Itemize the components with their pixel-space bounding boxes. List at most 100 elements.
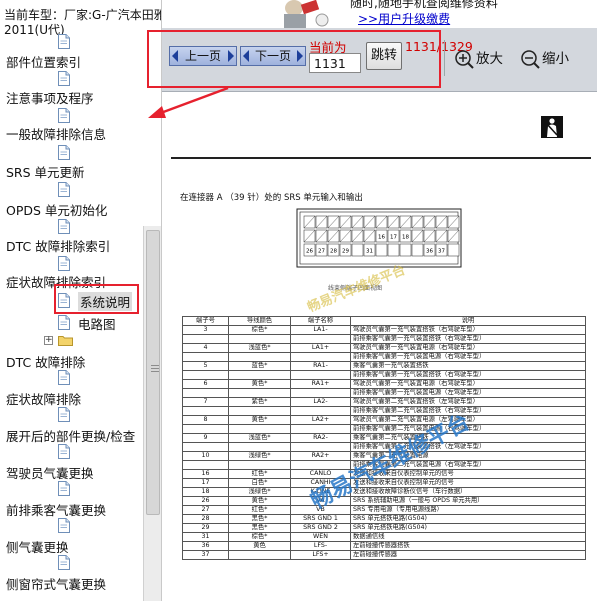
table-cell: 白色* [228, 478, 291, 488]
upgrade-link[interactable]: >>用户升级缴费 [358, 10, 450, 27]
table-cell: 前排乘客气囊第一充气装置搭铁（右驾驶车型） [350, 334, 586, 344]
table-cell: RA2- [290, 433, 351, 443]
table-row: 29 黑色* SRS GND 2 SRS 单元搭铁电路(G504) [182, 523, 586, 533]
table-cell: 37 [182, 550, 229, 560]
document-icon [58, 444, 70, 459]
table-row: 4 浅蓝色* LA1+ 驾驶员气囊第一充气装置电源（右驾驶车型） [182, 343, 586, 353]
zoom-out-label: 缩小 [542, 51, 569, 67]
seatbelt-icon [541, 116, 563, 138]
tree-item[interactable]: OPDS 单元初始化 [6, 200, 107, 219]
zoom-in-button[interactable]: 放大 [454, 47, 503, 69]
document-icon [58, 518, 70, 533]
grip-line [151, 371, 159, 372]
table-cell: 黑色* [228, 523, 291, 533]
table-cell: SRS GND 2 [290, 523, 351, 533]
table-cell: 28 [182, 514, 229, 524]
tree-item[interactable]: DTC 故障排除 [6, 352, 85, 371]
table-row: 5 蓝色* RA1- 乘客气囊第一充气装置搭铁 [182, 361, 586, 371]
table-row: 18 浅绿色* K-LINE 发送和接收故障诊断仪信号（车行数据） [182, 487, 586, 497]
table-cell: LA2+ [290, 415, 351, 425]
document-icon [58, 108, 70, 123]
tree-item[interactable]: 部件位置索引 [6, 52, 81, 71]
table-row: 26 黄色* VA SRS 系统辅助电源（一般与 OPDS 单元共用） [182, 496, 586, 506]
connector-pin-label: 36 [426, 249, 433, 255]
connector-pin-label: 37 [438, 249, 445, 255]
tree-item[interactable]: 展开后的部件更换/检查 [6, 426, 135, 445]
tree-item[interactable]: 侧窗帘式气囊更换 [6, 574, 106, 593]
table-cell: 6 [182, 379, 229, 389]
tree-item[interactable]: SRS 单元更新 [6, 162, 85, 181]
zoom-in-icon [455, 50, 474, 69]
tree-item[interactable]: 注意事项及程序 [6, 88, 94, 107]
table-cell [290, 424, 351, 434]
table-cell: 黄色 [228, 541, 291, 551]
table-cell: 左前碰撞传感器 [350, 550, 586, 560]
connector-pin-label: 17 [390, 235, 397, 241]
column-header: 端子号 [182, 316, 229, 326]
table-cell: 驾驶员气囊第一充气装置电源（右驾驶车型） [350, 379, 586, 389]
table-cell: 红色* [228, 469, 291, 479]
tree-scrollbar[interactable] [143, 226, 161, 601]
pinout-table: 端子号 导线颜色 端子名称 说明 3 棕色* LA1- 驾驶员气囊第一充气装置搭铁（右… [182, 316, 586, 560]
tree-item[interactable]: 驾驶员气囊更换 [6, 463, 94, 482]
table-cell [290, 406, 351, 416]
document-page: 在连接器 A （39 针）处的 SRS 单元输入和输出 16 17 18 26 27 28… [162, 92, 597, 601]
document-icon [58, 370, 70, 385]
table-cell: 驾驶员气囊第一充气装置搭铁（右驾驶车型） [350, 325, 586, 335]
table-cell: 18 [182, 487, 229, 497]
table-cell [228, 334, 291, 344]
table-cell: WEN [290, 532, 351, 542]
table-cell: SRS GND 1 [290, 514, 351, 524]
table-cell [290, 370, 351, 380]
document-icon [58, 555, 70, 570]
tree-item[interactable]: 一般故障排除信息 [6, 124, 106, 143]
table-cell: 黄色* [228, 496, 291, 506]
expand-toggle-icon[interactable]: + [44, 336, 53, 345]
table-cell: 26 [182, 496, 229, 506]
table-row: 前排乘客气囊第一充气装置电源（左驾驶车型） [182, 388, 586, 398]
tree-item[interactable]: DTC 故障排除索引 [6, 236, 110, 255]
table-cell: 浅蓝色* [228, 343, 291, 353]
document-icon [58, 182, 70, 197]
table-cell: 36 [182, 541, 229, 551]
table-cell: 前排乘客气囊第一充气装置电源（右驾驶车型） [350, 352, 586, 362]
toolbar-highlight-box [147, 30, 441, 88]
tree-item[interactable]: 前排乘客气囊更换 [6, 500, 106, 519]
selected-item-highlight-box [54, 284, 139, 314]
table-row: 36 黄色 LFS- 左前碰撞传感器搭铁 [182, 541, 586, 551]
zoom-out-icon [521, 50, 540, 69]
tree-item[interactable]: 侧气囊更换 [6, 537, 69, 556]
table-cell: 红色* [228, 505, 291, 515]
table-row: 3 棕色* LA1- 驾驶员气囊第一充气装置搭铁（右驾驶车型） [182, 325, 586, 335]
table-cell: LA2- [290, 397, 351, 407]
table-cell: 黄色* [228, 379, 291, 389]
connector-pin-label: 27 [318, 249, 325, 255]
table-cell: RA1- [290, 361, 351, 371]
table-cell: 棕色* [228, 532, 291, 542]
annotation-arrow-icon [148, 86, 229, 118]
connector-pin [387, 243, 400, 257]
tree-item[interactable]: 症状故障排除 [6, 389, 81, 408]
table-cell: 31 [182, 532, 229, 542]
table-row: 前排乘客气囊第一充气装置电源（右驾驶车型） [182, 352, 586, 362]
zoom-out-button[interactable]: 缩小 [520, 47, 569, 69]
table-cell [182, 388, 229, 398]
mascot-figure-icon [272, 0, 332, 28]
table-cell: 驾驶员气囊第一充气装置电源（右驾驶车型） [350, 343, 586, 353]
table-cell: SRS 专用电源（专用电源线路） [350, 505, 586, 515]
table-cell: 10 [182, 451, 229, 461]
table-cell: 棕色* [228, 325, 291, 335]
table-cell [228, 424, 291, 434]
connector-pin [399, 243, 412, 257]
table-row: 37 LFS+ 左前碰撞传感器 [182, 550, 586, 560]
table-cell: 前排乘客气囊第一充气装置搭铁（右驾驶车型） [350, 370, 586, 380]
table-cell: 乘客气囊第一充气装置搭铁 [350, 361, 586, 371]
table-cell [228, 370, 291, 380]
header-rule [171, 157, 591, 159]
table-cell: 16 [182, 469, 229, 479]
scrollbar-thumb[interactable] [146, 230, 160, 515]
tree-item[interactable]: 电路图 [78, 314, 116, 333]
table-cell [228, 388, 291, 398]
table-cell [290, 352, 351, 362]
table-cell: 浅绿色* [228, 451, 291, 461]
